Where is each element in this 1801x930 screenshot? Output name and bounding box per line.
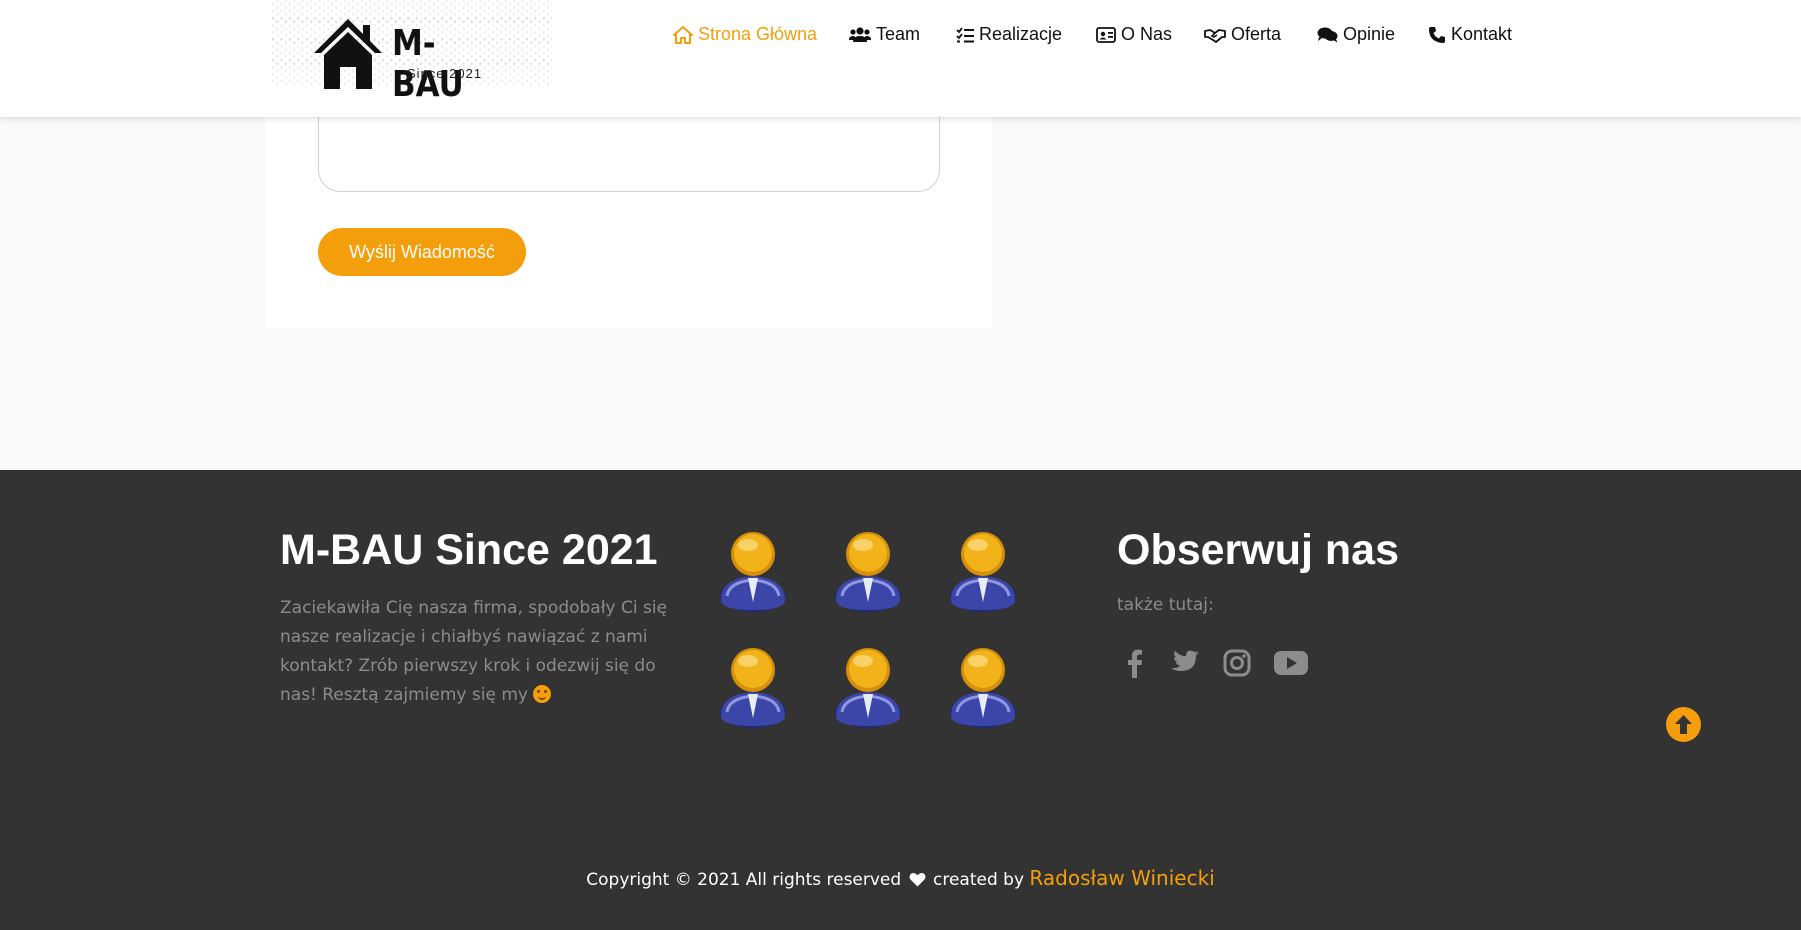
nav-item-home[interactable]: Strona Główna — [673, 24, 817, 45]
footer-description: Zaciekawiła Cię nasza firma, spodobały C… — [280, 598, 668, 705]
nav-label: O Nas — [1121, 24, 1173, 44]
person-icon — [835, 648, 901, 728]
site-header: ░░░░░░░░░░░░░░░░░ ░░░░ ░░░░░░░░░░░░░ ░░░░░… — [0, 0, 1801, 117]
nav-label: Team — [876, 24, 921, 44]
person-icon — [950, 648, 1016, 728]
heart-icon — [909, 873, 926, 887]
instagram-icon[interactable] — [1223, 649, 1251, 677]
send-message-button[interactable]: Wyślij Wiadomość — [318, 228, 526, 276]
footer-title: M-BAU Since 2021 — [280, 526, 658, 574]
users-icon — [849, 26, 871, 42]
nav-item-kontakt[interactable]: Kontakt — [1428, 24, 1512, 45]
scroll-to-top-button[interactable] — [1666, 707, 1701, 742]
nav-label: Kontakt — [1451, 24, 1513, 44]
comments-icon — [1317, 27, 1338, 42]
nav-label: Realizacje — [979, 24, 1063, 44]
nav-item-oferta[interactable]: Oferta — [1204, 24, 1281, 45]
author-link[interactable]: Radosław Winiecki — [1029, 866, 1214, 890]
person-icon — [720, 532, 786, 612]
house-logo-icon — [314, 19, 382, 89]
follow-subtitle: także tutaj: — [1117, 595, 1214, 615]
site-footer: M-BAU Since 2021 Zaciekawiła Cię nasza f… — [0, 470, 1801, 930]
nav-item-o-nas[interactable]: O Nas — [1096, 24, 1172, 45]
nav-item-opinie[interactable]: Opinie — [1317, 24, 1395, 45]
list-check-icon — [956, 26, 974, 42]
person-icon — [950, 532, 1016, 612]
logo[interactable]: M-BAU Since 2021 — [312, 17, 497, 105]
handshake-icon — [1204, 28, 1226, 43]
nav-label: Oferta — [1231, 24, 1282, 44]
person-icon — [720, 648, 786, 728]
person-icon — [835, 532, 901, 612]
smiley-icon — [533, 685, 552, 703]
follow-title: Obserwuj nas — [1117, 526, 1399, 574]
nav-item-team[interactable]: Team — [849, 24, 920, 45]
logo-title: M-BAU — [392, 23, 464, 105]
copyright: Copyright © 2021 All rights reserved cre… — [586, 866, 1215, 890]
nav-label: Opinie — [1343, 24, 1396, 44]
nav-item-realizacje[interactable]: Realizacje — [956, 24, 1062, 45]
arrow-up-icon — [1675, 715, 1692, 734]
facebook-icon[interactable] — [1127, 648, 1143, 678]
logo-subtitle: Since 2021 — [407, 66, 483, 81]
twitter-icon[interactable] — [1170, 650, 1200, 676]
id-card-icon — [1096, 26, 1116, 43]
nav-label: Strona Główna — [698, 24, 818, 44]
phone-icon — [1429, 26, 1445, 43]
youtube-icon[interactable] — [1274, 651, 1308, 675]
home-icon — [673, 25, 693, 44]
